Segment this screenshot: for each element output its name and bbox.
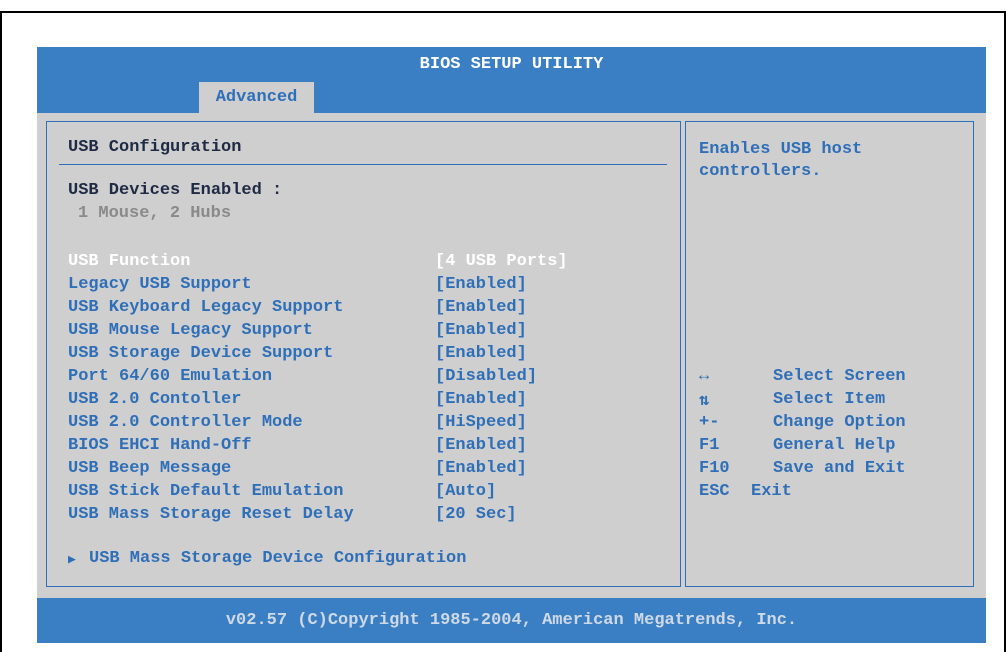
key-action: Select Item <box>773 390 886 409</box>
option-value[interactable]: [Enabled] <box>435 275 527 294</box>
option-label: USB Mass Storage Reset Delay <box>68 505 354 524</box>
option-value[interactable]: [Enabled] <box>435 298 527 317</box>
option-label: USB Function <box>68 252 191 271</box>
option-label: USB Mouse Legacy Support <box>68 321 313 340</box>
option-label: USB Storage Device Support <box>68 344 334 363</box>
key-action: General Help <box>773 436 896 455</box>
key-f10: F10 <box>699 459 730 478</box>
tab-advanced[interactable]: Advanced <box>199 82 314 113</box>
option-value[interactable]: [Enabled] <box>435 459 527 478</box>
option-value[interactable]: [Enabled] <box>435 390 527 409</box>
option-label: BIOS EHCI Hand-Off <box>68 436 252 455</box>
option-label: Port 64/60 Emulation <box>68 367 273 386</box>
option-value[interactable]: [20 Sec] <box>435 505 517 524</box>
page-frame-top <box>0 11 1006 13</box>
option-value[interactable]: [4 USB Ports] <box>435 252 568 271</box>
key-action: Save and Exit <box>773 459 906 478</box>
option-label: Legacy USB Support <box>68 275 252 294</box>
help-text-line-2: controllers. <box>699 162 822 181</box>
key-f1: F1 <box>699 436 720 455</box>
option-label: USB Keyboard Legacy Support <box>68 298 344 317</box>
key-action: Change Option <box>773 413 906 432</box>
help-box <box>685 121 974 587</box>
option-value[interactable]: [Disabled] <box>435 367 537 386</box>
key-left-right-icon: ↔ <box>699 367 710 386</box>
key-up-down-icon: ⇅ <box>699 392 710 411</box>
bios-screen: BIOS SETUP UTILITY Advanced USB Configur… <box>37 47 986 643</box>
page-frame-left <box>0 11 2 652</box>
devices-enabled-value: 1 Mouse, 2 Hubs <box>78 204 232 223</box>
key-plus-minus: +- <box>699 413 720 432</box>
submenu-arrow-icon: ▶ <box>68 552 76 567</box>
option-label: USB Stick Default Emulation <box>68 482 344 501</box>
key-action: Exit <box>751 482 792 501</box>
key-esc: ESC <box>699 482 730 501</box>
option-label: USB Beep Message <box>68 459 232 478</box>
option-value[interactable]: [Enabled] <box>435 344 527 363</box>
copyright-footer: v02.57 (C)Copyright 1985-2004, American … <box>225 611 798 630</box>
devices-enabled-label: USB Devices Enabled : <box>68 181 283 200</box>
option-label: USB 2.0 Controller Mode <box>68 413 303 432</box>
option-value[interactable]: [Auto] <box>435 482 496 501</box>
option-value[interactable]: [Enabled] <box>435 321 527 340</box>
help-text-line-1: Enables USB host <box>699 140 863 159</box>
heading-divider <box>59 164 667 165</box>
key-action: Select Screen <box>773 367 906 386</box>
option-value[interactable]: [HiSpeed] <box>435 413 527 432</box>
content-panel: USB Configuration USB Devices Enabled : … <box>37 113 986 598</box>
bios-title: BIOS SETUP UTILITY <box>419 55 604 74</box>
section-heading: USB Configuration <box>68 138 242 157</box>
option-label: USB 2.0 Contoller <box>68 390 242 409</box>
submenu-label: USB Mass Storage Device Configuration <box>89 549 467 568</box>
option-value[interactable]: [Enabled] <box>435 436 527 455</box>
